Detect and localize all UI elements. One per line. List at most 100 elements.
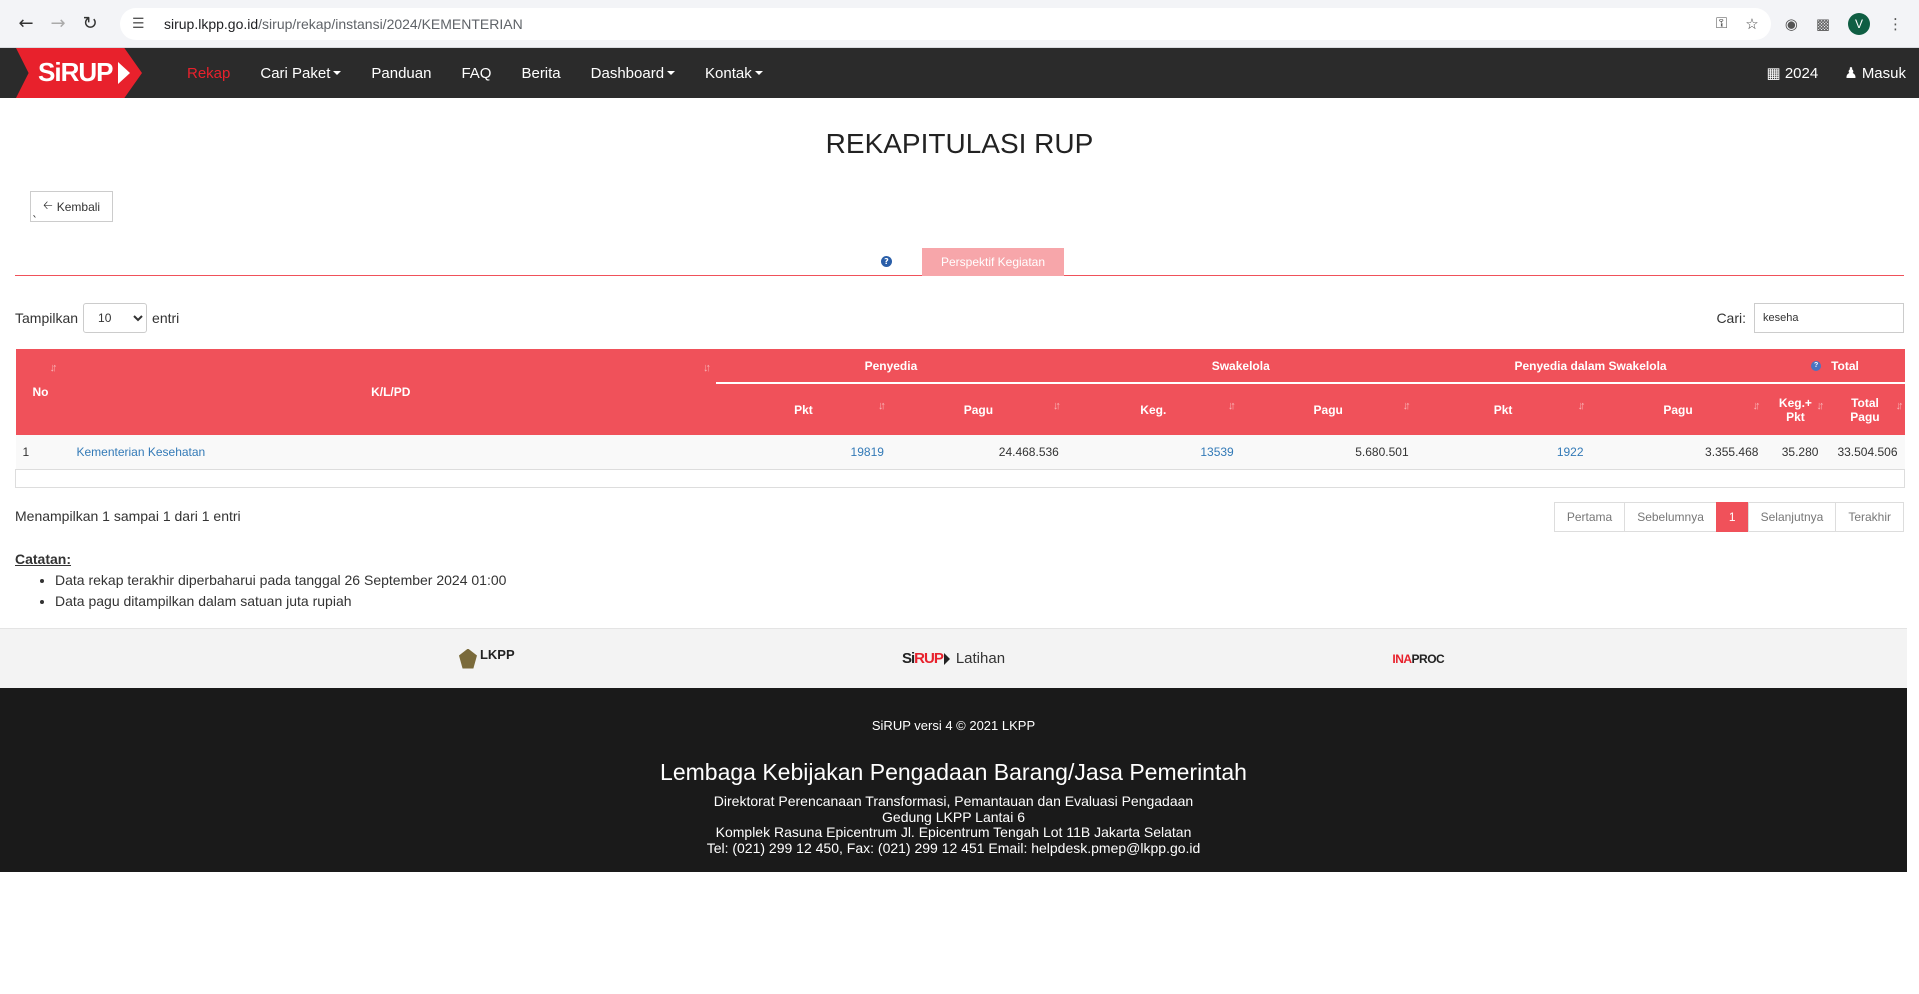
sirup-latihan-logo[interactable]: Si RUP Latihan: [902, 650, 1005, 667]
sort-icon: ↓↑: [1052, 400, 1061, 412]
sort-icon: ↓↑: [877, 400, 886, 412]
note-item: Data rekap terakhir diperbaharui pada ta…: [55, 570, 506, 591]
lkpp-logo[interactable]: LKPP: [458, 648, 515, 669]
col-penyedia-pkt[interactable]: Pkt ↓↑: [716, 383, 891, 435]
col-penyedia-pagu[interactable]: Pagu ↓↑: [890, 383, 1066, 435]
partner-logos: LKPP Si RUP Latihan INAPROC: [0, 628, 1907, 688]
page-current[interactable]: 1: [1715, 502, 1749, 532]
notes: Catatan: Data rekap terakhir diperbaharu…: [15, 551, 506, 612]
col-total-keg-pkt[interactable]: Keg.+ Pkt ↓↑: [1765, 383, 1826, 435]
table-controls: Tampilkan 10 entri Cari:: [15, 303, 1904, 333]
footer-line: Komplek Rasuna Epicentrum Jl. Epicentrum…: [715, 824, 1192, 840]
caret-down-icon: [667, 71, 676, 75]
help-icon[interactable]: ?: [1811, 361, 1822, 372]
cell-swakelola-pagu: 5.680.501: [1240, 435, 1416, 470]
page-next[interactable]: Selanjutnya: [1747, 502, 1837, 532]
rekap-table: No ↓↑ K/L/PD ↓↑ Penyedia Swakelola Penyedi…: [15, 349, 1905, 488]
cell-klpd: Kementerian Kesehatan: [65, 435, 717, 470]
browser-toolbar: ← → ↻ ☰ sirup.lkpp.go.id/sirup/rekap/ins…: [0, 0, 1919, 48]
col-no[interactable]: No ↓↑: [15, 349, 66, 435]
table-row: 1 Kementerian Kesehatan 19819 24.468.536…: [15, 435, 1905, 470]
group-penyedia: Penyedia: [716, 349, 1066, 384]
footer-line: Gedung LKPP Lantai 6: [882, 808, 1025, 825]
sort-icon: ↓↑: [1227, 400, 1236, 412]
penyedia-pkt-link[interactable]: 19819: [851, 445, 884, 459]
footer-org: Lembaga Kebijakan Pengadaan Barang/Jasa …: [660, 759, 1247, 785]
cell-total-keg-pkt: 35.280: [1765, 435, 1826, 470]
star-icon[interactable]: ☆: [1745, 15, 1758, 33]
col-pds-pkt[interactable]: Pkt ↓↑: [1415, 383, 1591, 435]
cell-penyedia-pkt: 19819: [716, 435, 891, 470]
garuda-emblem-icon: [458, 648, 477, 669]
nav-panduan[interactable]: Panduan: [356, 48, 446, 98]
caret-down-icon: [333, 71, 342, 75]
back-button[interactable]: 🡠 Kembali: [30, 191, 114, 222]
notes-label: Catatan:: [15, 551, 72, 567]
col-swakelola-pagu[interactable]: Pagu ↓↑: [1240, 383, 1416, 435]
page-length-select[interactable]: 10: [83, 303, 148, 333]
nav-dashboard[interactable]: Dashboard: [576, 48, 690, 98]
sort-icon: ↓↑: [1752, 400, 1760, 412]
sort-icon: ↓↑: [1816, 400, 1824, 412]
sirup-logo[interactable]: SiRUP: [16, 48, 158, 98]
forward-arrow-icon[interactable]: →: [42, 8, 74, 40]
table-footer-row: [15, 469, 1905, 488]
kebab-menu-icon[interactable]: ⋮: [1888, 15, 1903, 33]
footer-line: Direktorat Perencanaan Transformasi, Pem…: [713, 793, 1194, 809]
klpd-link[interactable]: Kementerian Kesehatan: [76, 445, 205, 459]
calendar-icon: ▦: [1766, 65, 1781, 82]
nav-rekap[interactable]: Rekap: [172, 48, 245, 98]
back-arrow-icon[interactable]: ←: [10, 8, 42, 40]
table-info: Menampilkan 1 sampai 1 dari 1 entri: [15, 508, 241, 524]
search-input[interactable]: [1754, 303, 1904, 333]
camera-icon[interactable]: ◉: [1785, 15, 1798, 33]
stray-mark: `: [32, 214, 38, 228]
group-penyedia-swakelola: Penyedia dalam Swakelola: [1415, 349, 1766, 384]
user-icon: ♟: [1844, 65, 1858, 82]
extensions-icon[interactable]: ▩: [1816, 15, 1830, 33]
key-icon[interactable]: ⚿: [1716, 15, 1727, 33]
footer-line: Tel: (021) 299 12 450, Fax: (021) 299 12…: [706, 839, 1201, 856]
cell-pds-pagu: 3.355.468: [1590, 435, 1766, 470]
inaproc-logo[interactable]: INAPROC: [1392, 652, 1444, 666]
swakelola-keg-link[interactable]: 13539: [1200, 445, 1233, 459]
page-last[interactable]: Terakhir: [1835, 502, 1904, 532]
tab-perspektif-kegiatan[interactable]: Perspektif Kegiatan: [922, 248, 1064, 276]
caret-down-icon: [754, 71, 763, 75]
note-item: Data pagu ditampilkan dalam satuan juta …: [55, 591, 506, 612]
cell-no: 1: [15, 435, 66, 470]
nav-cari-paket[interactable]: Cari Paket: [245, 48, 356, 98]
cell-pds-pkt: 1922: [1415, 435, 1591, 470]
group-swakelola: Swakelola: [1065, 349, 1416, 384]
year-selector[interactable]: ▦ 2024: [1753, 48, 1831, 98]
cell-penyedia-pagu: 24.468.536: [890, 435, 1066, 470]
help-icon[interactable]: ?: [881, 256, 892, 267]
main-navbar: SiRUP Rekap Cari Paket Panduan FAQ Berit…: [0, 48, 1919, 98]
page-first[interactable]: Pertama: [1553, 502, 1626, 532]
reload-icon[interactable]: ↻: [74, 8, 106, 40]
arrow-left-icon: 🡠: [43, 198, 53, 212]
group-total: ? Total: [1765, 349, 1905, 384]
nav-faq[interactable]: FAQ: [446, 48, 506, 98]
login-link[interactable]: ♟ Masuk: [1831, 48, 1919, 98]
col-klpd[interactable]: K/L/PD ↓↑: [65, 349, 717, 435]
site-footer: SiRUP versi 4 © 2021 LKPP Lembaga Kebija…: [0, 688, 1907, 872]
site-info-icon[interactable]: ☰: [132, 15, 154, 32]
url-host: sirup.lkpp.go.id: [164, 15, 259, 32]
page-prev[interactable]: Sebelumnya: [1624, 502, 1717, 532]
footer-version: SiRUP versi 4 © 2021 LKPP: [871, 718, 1036, 733]
address-bar[interactable]: ☰ sirup.lkpp.go.id/sirup/rekap/instansi/…: [120, 7, 1771, 40]
col-pds-pagu[interactable]: Pagu ↓↑: [1590, 383, 1766, 435]
sort-icon: ↓↑: [703, 362, 711, 374]
nav-kontak[interactable]: Kontak: [690, 48, 778, 98]
col-total-pagu[interactable]: Total Pagu ↓↑: [1825, 383, 1905, 435]
profile-avatar[interactable]: V: [1848, 12, 1870, 35]
sort-icon: ↓↑: [1895, 400, 1904, 412]
sort-icon: ↓↑: [1577, 400, 1586, 412]
col-swakelola-keg[interactable]: Keg. ↓↑: [1065, 383, 1241, 435]
nav-menu: Rekap Cari Paket Panduan FAQ Berita Dash…: [172, 48, 778, 98]
pds-pkt-link[interactable]: 1922: [1557, 445, 1584, 459]
perspective-tabs: ? Perspektif Kegiatan: [15, 248, 1904, 276]
url-path: /sirup/rekap/instansi/2024/KEMENTERIAN: [258, 15, 523, 32]
nav-berita[interactable]: Berita: [506, 48, 575, 98]
